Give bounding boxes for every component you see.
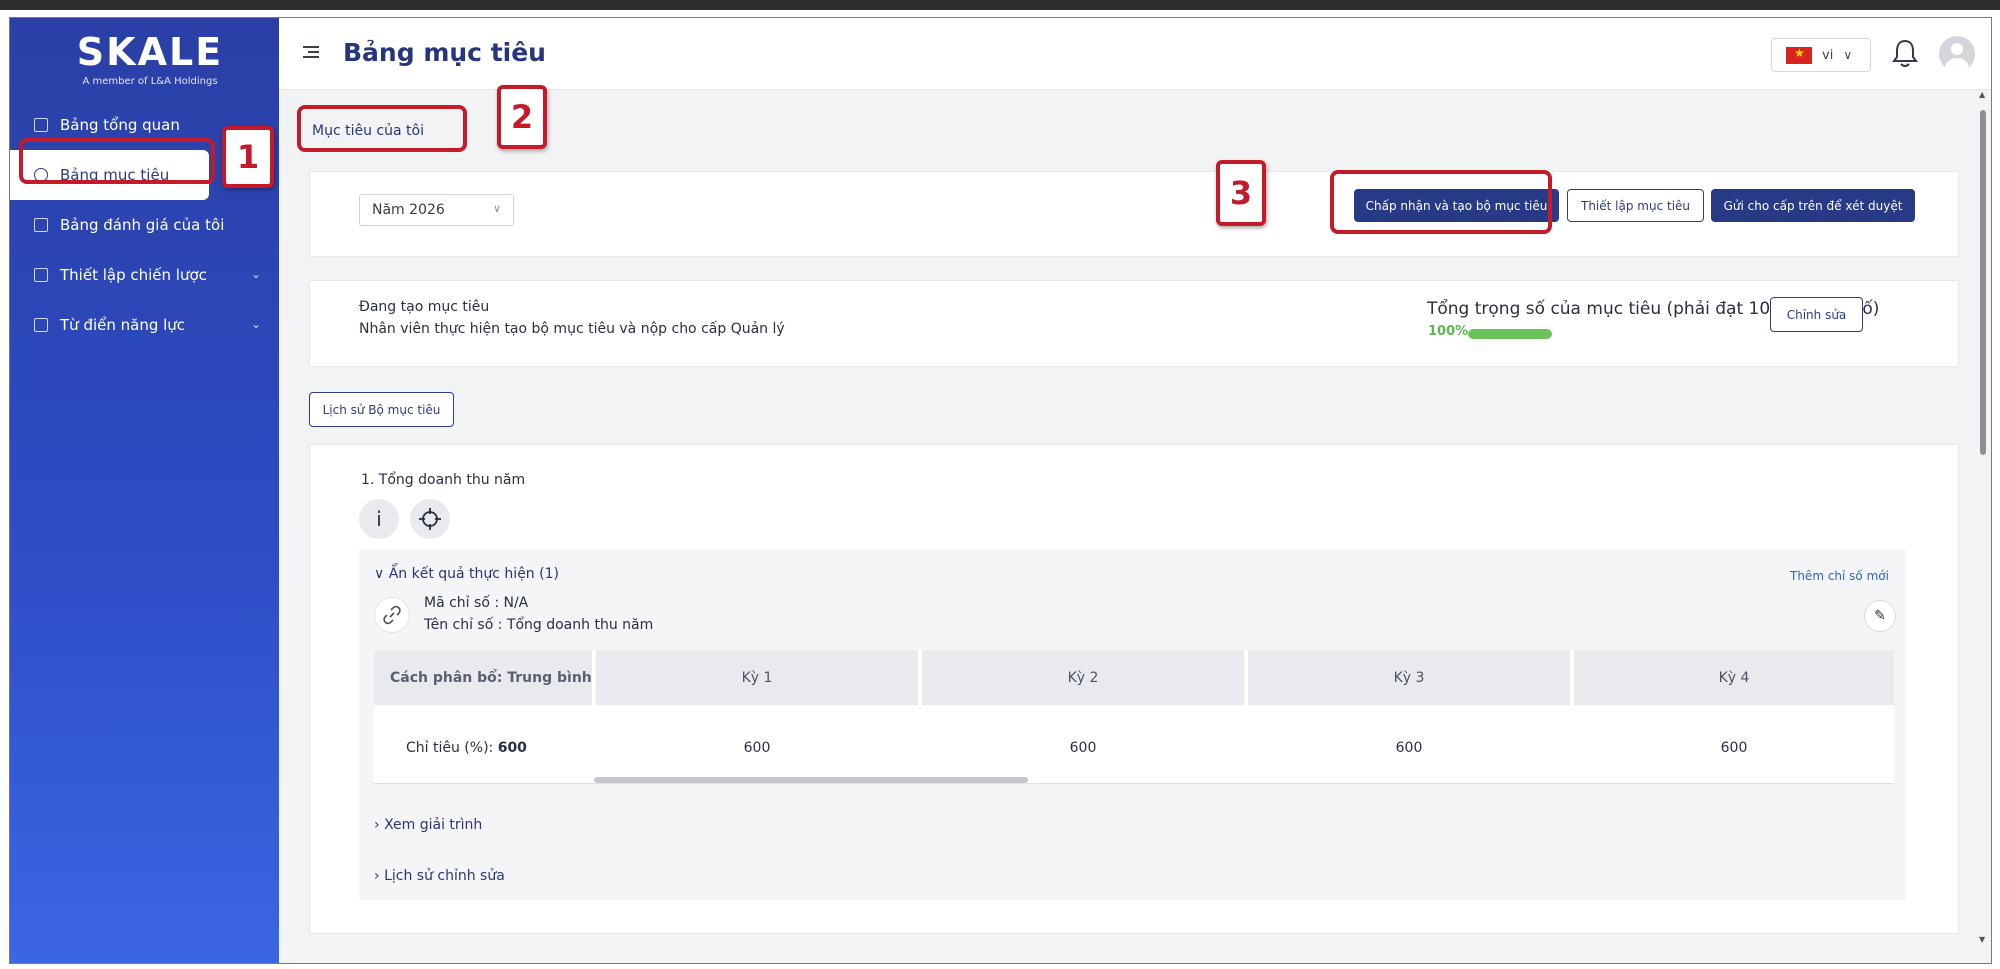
flag-icon [34, 268, 48, 282]
logo: SKALE A member of L&A Holdings [70, 30, 230, 90]
period-value: 600 [1720, 740, 1748, 756]
toolbar-card: Năm 2026 ∨ Chấp nhận và tạo bộ mục tiêu … [309, 171, 1959, 257]
status-card: Đang tạo mục tiêu Nhân viên thực hiện tạ… [309, 280, 1959, 367]
chevron-down-icon: ∨ [492, 202, 501, 215]
annotation-number-3: 3 [1216, 160, 1266, 226]
year-value: Năm 2026 [372, 202, 445, 218]
setup-goal-button[interactable]: Thiết lập mục tiêu [1567, 189, 1704, 222]
period-table: Cách phân bổ: Trung bình Kỳ 1 Kỳ 2 Kỳ 3 … [374, 650, 1894, 784]
annotation-number-2: 2 [497, 85, 547, 149]
weight-percent: 100% [1428, 324, 1469, 339]
edit-history-toggle[interactable]: › Lịch sử chỉnh sửa [374, 868, 505, 884]
language-selector[interactable]: vi ∨ [1771, 38, 1871, 72]
target-icon[interactable] [410, 499, 450, 539]
hide-results-toggle[interactable]: ∨ Ẩn kết quả thực hiện (1) [374, 566, 559, 582]
avatar[interactable] [1939, 36, 1975, 72]
results-panel: ∨ Ẩn kết quả thực hiện (1) Thêm chỉ số m… [359, 549, 1906, 900]
scroll-up-icon[interactable]: ▲ [1979, 90, 1985, 99]
edit-weight-button[interactable]: Chỉnh sửa [1770, 297, 1863, 332]
weight-progress-bar [1468, 329, 1552, 339]
period-header: Kỳ 3 [1248, 650, 1570, 705]
goal-title: 1. Tổng doanh thu năm [361, 472, 526, 488]
link-icon [374, 597, 410, 633]
metric-name: Tên chỉ số : Tổng doanh thu năm [424, 617, 654, 633]
period-value: 600 [743, 740, 771, 756]
target-row-label: Chỉ tiêu (%): 600 [406, 740, 527, 756]
chevron-down-icon: ⌄ [250, 267, 261, 281]
period-value: 600 [1069, 740, 1097, 756]
send-approval-button[interactable]: Gửi cho cấp trên để xét duyệt [1711, 189, 1915, 222]
chevron-down-icon: ⌄ [250, 317, 261, 331]
header: Bảng mục tiêu vi ∨ [279, 18, 1991, 90]
period-header: Kỳ 2 [922, 650, 1244, 705]
main-content: Mục tiêu của tôi Năm 2026 ∨ Chấp nhận và… [279, 90, 1991, 963]
goal-history-button[interactable]: Lịch sử Bộ mục tiêu [309, 392, 454, 427]
period-value: 600 [1395, 740, 1423, 756]
chevron-right-icon: › [374, 868, 380, 884]
period-header: Kỳ 4 [1574, 650, 1894, 705]
annotation-number-1: 1 [222, 126, 274, 188]
edit-history-label: Lịch sử chỉnh sửa [384, 868, 505, 884]
page-scrollbar[interactable]: ▲ ▼ [1977, 90, 1989, 960]
status-title: Đang tạo mục tiêu [359, 299, 490, 315]
allocation-header: Cách phân bổ: Trung bình [374, 650, 592, 705]
info-glyph: i [376, 507, 382, 531]
menu-collapse-icon[interactable] [303, 46, 319, 60]
table-divider [374, 783, 1894, 784]
hide-results-label: Ẩn kết quả thực hiện (1) [388, 566, 559, 582]
scroll-down-icon[interactable]: ▼ [1979, 935, 1985, 944]
bell-icon[interactable] [1891, 38, 1919, 70]
target-value: 600 [497, 740, 527, 756]
scroll-thumb[interactable] [1980, 110, 1986, 455]
info-icon[interactable]: i [359, 499, 399, 539]
window-top-strip [0, 0, 2000, 10]
chevron-right-icon: › [374, 817, 380, 833]
explanation-label: Xem giải trình [384, 817, 483, 833]
annotation-box-1 [19, 138, 215, 184]
period-header: Kỳ 1 [596, 650, 918, 705]
app-window: SKALE A member of L&A Holdings Bảng tổng… [9, 17, 1992, 964]
explanation-toggle[interactable]: › Xem giải trình [374, 817, 482, 833]
chevron-down-icon: ∨ [1843, 48, 1853, 62]
year-select[interactable]: Năm 2026 ∨ [359, 194, 514, 226]
weight-progress-fill [1468, 329, 1552, 339]
sidebar-item-my-review[interactable]: Bảng đánh giá của tôi [10, 200, 279, 250]
vietnam-flag-icon [1786, 46, 1812, 64]
metric-code: Mã chỉ số : N/A [424, 595, 529, 611]
language-code: vi [1822, 47, 1834, 63]
pencil-icon[interactable]: ✎ [1864, 600, 1896, 632]
sidebar-item-label: Bảng tổng quan [60, 116, 180, 134]
page-title: Bảng mục tiêu [343, 38, 546, 67]
annotation-box-3 [1330, 170, 1552, 234]
sidebar-item-strategy[interactable]: Thiết lập chiến lược ⌄ [10, 250, 279, 300]
annotation-box-2 [297, 105, 467, 152]
sidebar-item-label: Từ điển năng lực [60, 316, 186, 334]
sidebar-item-label: Bảng đánh giá của tôi [60, 216, 225, 234]
target-label: Chỉ tiêu (%): [406, 740, 494, 756]
dashboard-icon [34, 118, 48, 132]
table-icon [34, 218, 48, 232]
book-icon [34, 318, 48, 332]
sidebar-item-label: Thiết lập chiến lược [60, 266, 207, 284]
logo-subtitle: A member of L&A Holdings [82, 76, 218, 87]
sidebar-item-competency[interactable]: Từ điển năng lực ⌄ [10, 300, 279, 350]
chevron-down-icon: ∨ [374, 566, 385, 582]
logo-text: SKALE [76, 30, 224, 74]
add-metric-link[interactable]: Thêm chỉ số mới [1790, 569, 1889, 583]
status-description: Nhân viên thực hiện tạo bộ mục tiêu và n… [359, 321, 785, 337]
goal-card: 1. Tổng doanh thu năm i ∨ Ẩn kết quả thự… [309, 444, 1959, 934]
